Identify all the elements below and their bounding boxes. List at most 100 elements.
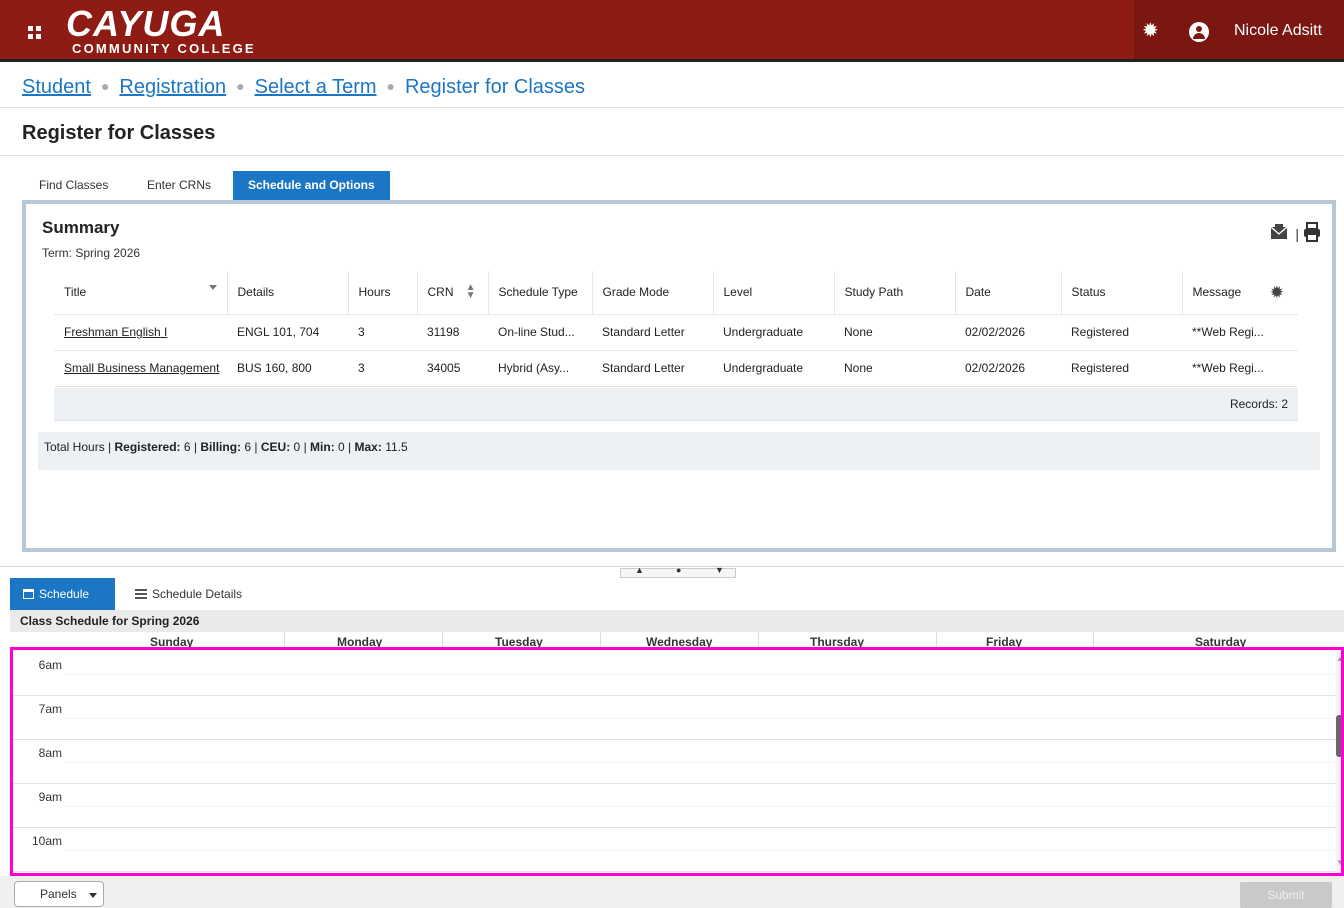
list-icon (135, 589, 147, 599)
day-header: Monday (337, 635, 383, 648)
divider (0, 155, 1344, 156)
expand-down-icon[interactable]: ▼ (715, 565, 724, 575)
table-cell: 02/02/2026 (955, 350, 1061, 387)
table-cell: On-line Stud... (488, 314, 592, 351)
table-cell: **Web Regi... (1182, 350, 1298, 387)
breadcrumb-current: Register for Classes (404, 76, 586, 98)
breadcrumb-separator: ● (386, 78, 395, 94)
gear-icon[interactable]: ✹ (1142, 21, 1159, 41)
breadcrumb-select-term[interactable]: Select a Term (255, 76, 377, 98)
day-header: Friday (986, 635, 1023, 648)
hour-row: 10am (10, 828, 1336, 872)
tab-schedule[interactable]: Schedule (10, 578, 115, 610)
column-header-title[interactable]: Title (54, 271, 228, 315)
splitter-controls: ▲ ● ▼ (620, 565, 736, 578)
records-bar: Records: 2 (54, 388, 1298, 421)
page-title: Register for Classes (22, 122, 216, 144)
college-logo[interactable]: CAYUGA COMMUNITY COLLEGE (66, 6, 256, 57)
user-name[interactable]: Nicole Adsitt (1234, 22, 1322, 40)
summary-title: Summary (42, 218, 120, 237)
column-header-details[interactable]: Details (227, 271, 349, 315)
column-header-status[interactable]: Status (1061, 271, 1183, 315)
table-cell: 3 (348, 350, 417, 387)
table-cell: Registered (1061, 350, 1182, 387)
column-header-crn[interactable]: CRN ▲ ▼ (417, 271, 489, 315)
center-split-icon[interactable]: ● (676, 565, 681, 575)
table-row: Freshman English I ENGL 101, 704 3 31198… (54, 314, 1298, 351)
column-header-message[interactable]: Message ✹ (1182, 271, 1298, 315)
records-count: Records: 2 (1229, 397, 1288, 411)
hour-row: 9am (10, 784, 1336, 828)
calendar-scrollbar[interactable]: ▲ ▼ (1336, 648, 1344, 876)
table-cell: 02/02/2026 (955, 314, 1061, 351)
table-cell: Undergraduate (713, 314, 834, 351)
course-title-link[interactable]: Small Business Management (54, 350, 227, 387)
day-header-row: Sunday Monday Tuesday Wednesday Thursday… (10, 632, 1344, 648)
grid-icon[interactable] (28, 26, 42, 40)
column-header-level[interactable]: Level (713, 271, 835, 315)
divider (0, 107, 1344, 108)
breadcrumb-separator: ● (100, 78, 110, 94)
breadcrumb-student[interactable]: Student (22, 76, 91, 98)
table-cell: ENGL 101, 704 (227, 314, 348, 351)
table-cell: Standard Letter (592, 314, 713, 351)
scroll-up-icon[interactable]: ▲ (1336, 654, 1344, 663)
email-schedule-icon[interactable] (1270, 224, 1288, 240)
table-cell: Hybrid (Asy... (488, 350, 592, 387)
hour-row: 7am (10, 696, 1336, 740)
day-header: Wednesday (646, 635, 713, 648)
day-header: Thursday (810, 635, 865, 648)
total-hours: Total Hours | Registered: 6 | Billing: 6… (38, 432, 1320, 470)
schedule-title: Class Schedule for Spring 2026 (10, 610, 1344, 632)
summary-panel: Summary Term: Spring 2026 | Title Detail… (22, 200, 1336, 552)
chevron-down-icon (89, 893, 97, 898)
column-header-date[interactable]: Date (955, 271, 1062, 315)
breadcrumb-registration[interactable]: Registration (119, 76, 226, 98)
breadcrumb-separator: ● (236, 78, 245, 94)
table-cell: **Web Regi... (1182, 314, 1298, 351)
table-cell: None (834, 350, 955, 387)
icon-separator: | (1295, 226, 1299, 242)
chevron-down-icon[interactable] (208, 285, 217, 290)
table-cell: 31198 (417, 314, 488, 351)
term-label: Term: Spring 2026 (42, 246, 141, 260)
footer-bar: Panels Submit (0, 876, 1344, 908)
column-header-grade-mode[interactable]: Grade Mode (592, 271, 714, 315)
top-bar: CAYUGA COMMUNITY COLLEGE ✹ Nicole Adsitt (0, 0, 1344, 62)
calendar-icon (23, 589, 34, 599)
column-header-schedule-type[interactable]: Schedule Type (488, 271, 593, 315)
expand-up-icon[interactable]: ▲ (635, 565, 644, 575)
hour-row: 6am (10, 652, 1336, 696)
table-cell: 3 (348, 314, 417, 351)
user-icon[interactable] (1189, 22, 1209, 42)
sort-icon[interactable]: ▲ ▼ (466, 283, 476, 301)
table-cell: BUS 160, 800 (227, 350, 348, 387)
print-icon[interactable] (1302, 222, 1322, 242)
hour-row: 8am (10, 740, 1336, 784)
column-header-hours[interactable]: Hours (348, 271, 418, 315)
table-cell: Standard Letter (592, 350, 713, 387)
course-title-link[interactable]: Freshman English I (54, 314, 227, 351)
breadcrumb: Student ● Registration ● Select a Term ● Regis… (22, 76, 585, 99)
scroll-down-icon[interactable]: ▼ (1336, 858, 1344, 867)
tab-enter-crns[interactable]: Enter CRNs (132, 171, 226, 200)
day-header: Saturday (1195, 635, 1247, 648)
tab-find-classes[interactable]: Find Classes (24, 171, 123, 200)
tab-schedule-and-options[interactable]: Schedule and Options (233, 171, 390, 200)
table-cell: None (834, 314, 955, 351)
submit-button[interactable]: Submit (1240, 882, 1332, 908)
schedule-calendar[interactable]: 6am 7am 8am 9am 10am (10, 648, 1336, 876)
header-user-area: ✹ Nicole Adsitt (1134, 0, 1344, 59)
day-header: Sunday (150, 635, 194, 648)
column-header-study-path[interactable]: Study Path (834, 271, 956, 315)
day-header: Tuesday (495, 635, 543, 648)
table-cell: 34005 (417, 350, 488, 387)
tab-schedule-details[interactable]: Schedule Details (122, 578, 255, 610)
table-cell: Undergraduate (713, 350, 834, 387)
scrollbar-thumb[interactable] (1336, 715, 1344, 757)
panels-button[interactable]: Panels (14, 881, 104, 907)
column-settings-gear-icon[interactable]: ✹ (1270, 283, 1284, 303)
summary-table: Title Details Hours CRN ▲ ▼ Schedule Type … (54, 271, 1298, 387)
table-row: Small Business Management BUS 160, 800 3… (54, 350, 1298, 387)
table-cell: Registered (1061, 314, 1182, 351)
